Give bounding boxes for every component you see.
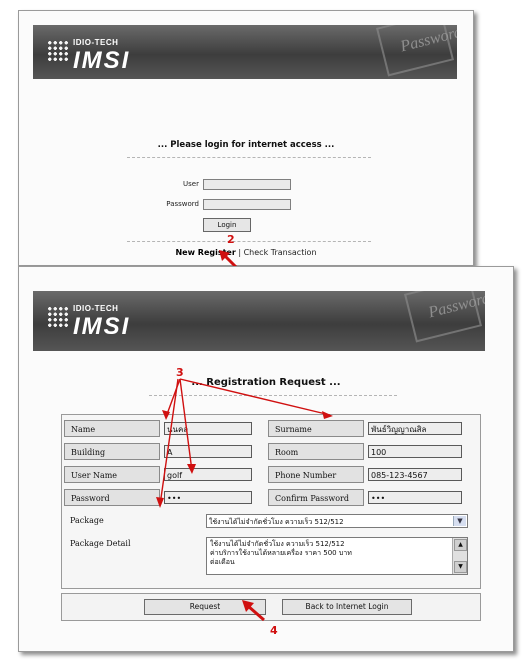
chevron-down-icon[interactable]: ▼ xyxy=(453,516,466,526)
logo-dots-icon xyxy=(47,306,69,328)
button-row: Request Back to Internet Login xyxy=(61,593,481,621)
header-banner: IDIO-TECH IMSI Password xyxy=(33,291,485,351)
step-2-marker: 2 xyxy=(227,233,235,246)
brand-logo: IMSI xyxy=(73,313,131,340)
brand-small: IDIO-TECH xyxy=(73,304,119,313)
package-selected-value: ใช้งานได้ไม่จำกัดชั่วโมง ความเร็ว 512/51… xyxy=(209,518,344,526)
scrollbar[interactable]: ▲ ▼ xyxy=(452,538,467,574)
login-panel: IDIO-TECH IMSI Password ... Please login… xyxy=(18,10,474,266)
header-banner: IDIO-TECH IMSI Password xyxy=(33,25,457,79)
phone-input[interactable]: 085-123-4567 xyxy=(368,468,462,481)
password-label: Password xyxy=(166,200,199,208)
package-detail-label: Package Detail xyxy=(70,539,131,548)
package-detail-line: ใช้งานได้ไม่จำกัดชั่วโมง ความเร็ว 512/51… xyxy=(210,540,345,548)
user-label: User xyxy=(183,180,199,188)
brand-small: IDIO-TECH xyxy=(73,38,119,47)
step-4-arrow-icon xyxy=(242,600,265,622)
package-detail-textarea[interactable]: ใช้งานได้ไม่จำกัดชั่วโมง ความเร็ว 512/51… xyxy=(206,537,468,575)
password-input[interactable] xyxy=(203,199,291,210)
package-detail-line: ค่าบริการใช้งานได้หลายเครื่อง ราคา 500 บ… xyxy=(210,549,352,557)
package-detail-line: ต่อเดือน xyxy=(210,558,235,566)
divider xyxy=(127,241,371,242)
package-select[interactable]: ใช้งานได้ไม่จำกัดชั่วโมง ความเร็ว 512/51… xyxy=(206,514,468,528)
step-3-arrows-icon xyxy=(156,378,333,508)
confirm-password-input[interactable]: ••• xyxy=(368,491,462,504)
scroll-down-icon[interactable]: ▼ xyxy=(454,561,467,573)
divider xyxy=(127,157,371,158)
scroll-up-icon[interactable]: ▲ xyxy=(454,539,467,551)
surname-input[interactable]: พันธ์วิญญาณสิล xyxy=(368,422,462,435)
form-row: Package Detail ใช้งานได้ไม่จำกัดชั่วโมง … xyxy=(62,533,480,581)
room-input[interactable]: 100 xyxy=(368,445,462,458)
login-button[interactable]: Login xyxy=(203,218,251,232)
link-row: New Register | Check Transaction xyxy=(19,248,473,257)
user-input[interactable] xyxy=(203,179,291,190)
brand-logo: IMSI xyxy=(73,47,131,74)
logo-dots-icon xyxy=(47,40,69,62)
page-title: ... Please login for internet access ... xyxy=(157,140,335,150)
check-transaction-link[interactable]: Check Transaction xyxy=(244,248,317,257)
step-4-marker: 4 xyxy=(270,624,278,637)
back-to-login-button[interactable]: Back to Internet Login xyxy=(282,599,412,615)
